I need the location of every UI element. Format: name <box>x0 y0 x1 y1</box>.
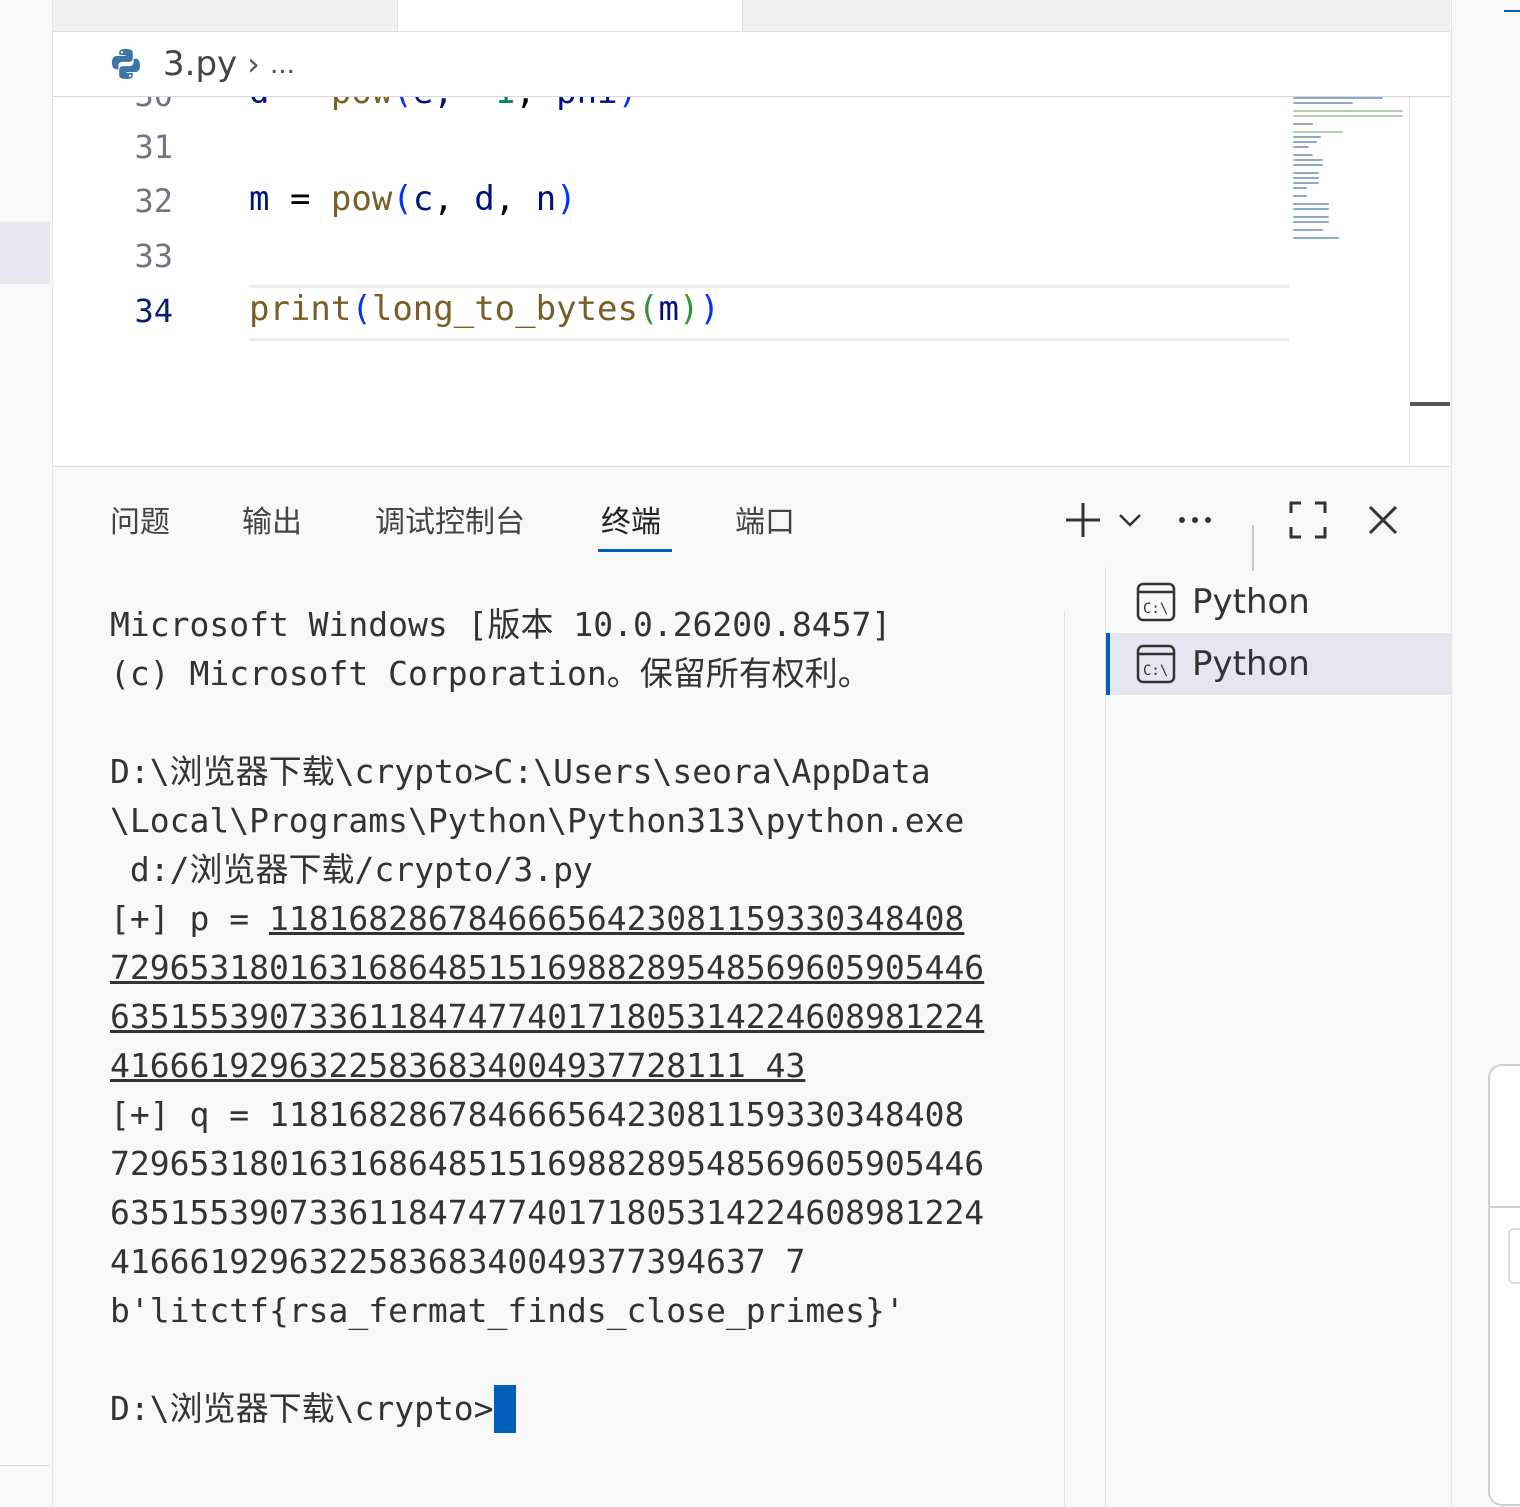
breadcrumb-symbol[interactable]: ... <box>270 47 295 81</box>
code-token: , <box>494 179 536 219</box>
secondary-sidebar-edge <box>1451 0 1520 1506</box>
minimap[interactable] <box>1293 97 1411 397</box>
code-token: ) <box>699 289 720 329</box>
activity-divider <box>0 1465 50 1466</box>
terminal-link[interactable]: 7296531801631686485151698828954856960590… <box>110 948 984 987</box>
terminal-scrollbar[interactable] <box>1064 611 1105 1507</box>
line-number: 31 <box>134 128 173 166</box>
code-token: pow <box>330 179 393 219</box>
code-token: ( <box>392 97 412 112</box>
terminal-prompt: D:\浏览器下载\crypto> <box>110 1389 494 1428</box>
code-token: phi <box>556 97 617 112</box>
terminal-line: Microsoft Windows [版本 10.0.26200.8457] <box>110 605 892 644</box>
code-line[interactable]: m = pow(c, d, n) <box>249 179 577 219</box>
breadcrumb-file[interactable]: 3.py <box>163 44 237 84</box>
editor-tab-active[interactable] <box>398 0 743 31</box>
ellipsis-icon <box>1179 517 1211 523</box>
terminal-line: (c) Microsoft Corporation。保留所有权利。 <box>110 654 871 693</box>
editor-tab[interactable] <box>53 0 398 31</box>
terminal-cmd-icon: C:\ <box>1136 644 1176 684</box>
side-card <box>1488 1064 1520 1506</box>
code-line[interactable]: print(long_to_bytes(m)) <box>249 289 720 329</box>
line-number: 33 <box>134 237 173 275</box>
editor-tabstrip <box>53 0 1450 32</box>
close-icon <box>1368 505 1398 535</box>
close-panel-button[interactable] <box>1365 495 1401 545</box>
terminal-output[interactable]: Microsoft Windows [版本 10.0.26200.8457] (… <box>110 600 1070 1433</box>
code-token: ) <box>556 179 577 219</box>
line-number: 30 <box>134 97 173 114</box>
terminal-line: D:\浏览器下载\crypto>C:\Users\seora\AppData <box>110 752 931 791</box>
plus-icon <box>1066 503 1100 537</box>
code-token: e, <box>413 97 474 112</box>
terminal-tab-item-selected[interactable]: C:\ Python <box>1106 633 1455 695</box>
overview-ruler-marker <box>1410 402 1450 406</box>
code-token: c <box>412 179 434 219</box>
code-token: d <box>474 179 495 219</box>
line-number-active: 34 <box>134 292 173 330</box>
line-number-gutter: 30 31 32 33 34 <box>53 97 193 465</box>
terminal-line: 11816828678466656423081159330348408 <box>268 1095 965 1134</box>
code-token: , <box>515 97 556 112</box>
terminal-tabs-list: C:\ Python C:\ Python <box>1105 567 1455 1507</box>
terminal-line: 7296531801631686485151698828954856960590… <box>110 1144 985 1183</box>
maximize-panel-button[interactable] <box>1287 495 1329 545</box>
terminal-flag-output: b'litctf{rsa_fermat_finds_close_primes}' <box>110 1291 905 1330</box>
toolbar-separator <box>1252 525 1254 571</box>
code-token: m <box>658 289 679 329</box>
terminal-q-label: [+] q = <box>110 1095 269 1134</box>
code-token: print <box>249 289 352 329</box>
terminal-tab-label: Python <box>1192 582 1310 622</box>
svg-text:C:\: C:\ <box>1143 601 1168 617</box>
code-line[interactable]: d = pow(e, -1, phi) <box>249 97 638 112</box>
terminal-line: 416661929632258368340049377394637 7 <box>110 1242 806 1281</box>
terminal-line: \Local\Programs\Python\Python313\python.… <box>110 801 965 840</box>
terminal-p-label: [+] p = <box>110 899 269 938</box>
terminal-link[interactable]: 41666192963225836834004937728111 43 <box>110 1046 805 1085</box>
code-token: = <box>290 97 331 112</box>
terminal-tab-item[interactable]: C:\ Python <box>1106 571 1451 633</box>
terminal-line: d:/浏览器下载/crypto/3.py <box>110 850 593 889</box>
code-token: ( <box>637 289 659 329</box>
new-terminal-button[interactable] <box>1061 495 1105 545</box>
code-token: pow <box>331 97 392 112</box>
terminal-profile-dropdown[interactable] <box>1115 495 1145 545</box>
code-token: d <box>249 97 290 112</box>
active-indicator <box>1504 10 1520 12</box>
chevron-right-icon: › <box>247 45 260 83</box>
code-token: - <box>474 97 494 112</box>
activity-bar <box>0 0 53 1506</box>
active-tab-indicator <box>598 549 672 552</box>
terminal-tab-label: Python <box>1192 644 1310 684</box>
terminal-link[interactable]: 11816828678466656423081159330348408 <box>269 899 964 938</box>
python-file-icon <box>112 49 140 79</box>
code-token: ) <box>678 289 700 329</box>
code-token: ( <box>351 289 372 329</box>
code-token: = <box>289 179 331 219</box>
code-token: n <box>535 179 557 219</box>
line-number: 32 <box>134 182 173 220</box>
code-token: 1 <box>495 97 515 112</box>
terminal-line: 6351553907336118474774017180531422460898… <box>110 1193 985 1232</box>
maximize-icon <box>1289 501 1327 539</box>
panel-actions <box>53 495 1450 571</box>
breadcrumb: 3.py › ... <box>53 32 1450 97</box>
code-token: long_to_bytes <box>371 289 638 329</box>
code-token: ) <box>618 97 638 112</box>
chevron-down-icon <box>1119 514 1141 527</box>
code-editor[interactable]: 30 31 32 33 34 d = pow(e, -1, phi) m = p… <box>53 97 1450 465</box>
card-divider <box>1490 1206 1520 1208</box>
code-token: ( <box>392 179 413 219</box>
editor-scrollbar-track[interactable] <box>1409 97 1410 465</box>
code-token: m <box>249 179 290 219</box>
terminal-cursor <box>493 1385 516 1433</box>
svg-text:C:\: C:\ <box>1143 663 1168 679</box>
terminal-link[interactable]: 6351553907336118474774017180531422460898… <box>110 997 984 1036</box>
code-token: , <box>433 179 475 219</box>
bottom-panel: 问题 输出 调试控制台 终端 端口 Microsoft Windows [版本 … <box>53 466 1455 1507</box>
activity-item-active[interactable] <box>0 222 50 284</box>
more-actions-button[interactable] <box>1177 495 1213 545</box>
card-input[interactable] <box>1508 1228 1520 1284</box>
terminal-cmd-icon: C:\ <box>1136 582 1176 622</box>
